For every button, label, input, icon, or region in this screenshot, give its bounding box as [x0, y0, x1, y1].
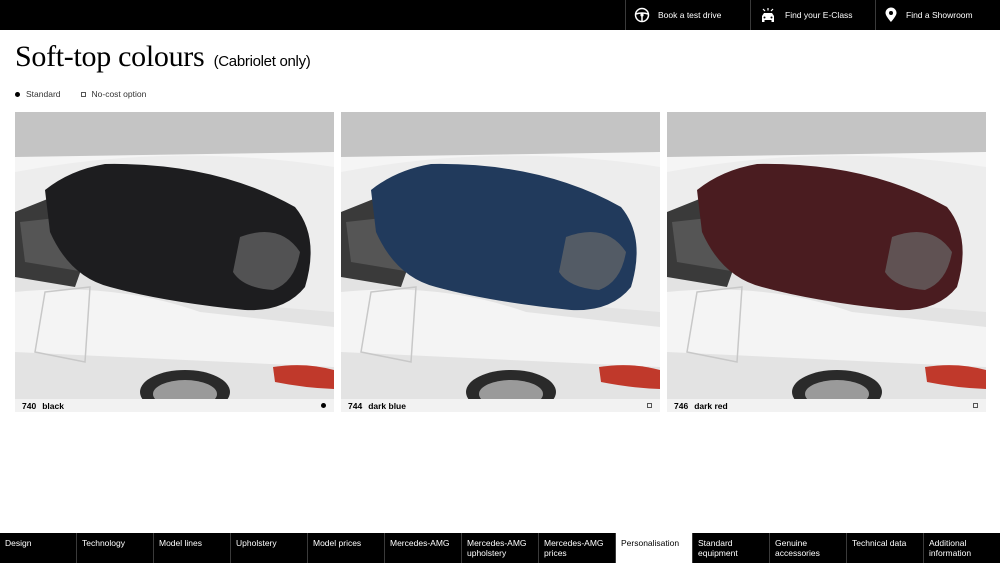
find-showroom-button[interactable]: Find a Showroom [875, 0, 1000, 30]
car-image [341, 112, 660, 399]
colour-name: black [42, 400, 64, 411]
colour-name: dark red [694, 400, 728, 411]
nav-amg-prices[interactable]: Mercedes-AMG prices [539, 533, 616, 563]
book-test-drive-label: Book a test drive [658, 10, 722, 20]
nav-model-prices[interactable]: Model prices [308, 533, 385, 563]
page-title-text: Soft-top colours [15, 40, 205, 73]
car-icon [762, 8, 774, 22]
colour-code: 744 [348, 400, 363, 411]
no-cost-indicator-icon [973, 403, 978, 408]
nav-mercedes-amg[interactable]: Mercedes-AMG [385, 533, 462, 563]
colour-label: 740 black [15, 399, 334, 412]
colour-card-746[interactable]: 746 dark red [667, 112, 986, 412]
find-eclass-label: Find your E-Class [785, 10, 853, 20]
no-cost-indicator-icon [647, 403, 652, 408]
nav-standard-equipment[interactable]: Standard equipment [693, 533, 770, 563]
steering-wheel-icon [634, 7, 650, 23]
find-showroom-label: Find a Showroom [906, 10, 973, 20]
standard-indicator-icon [321, 403, 326, 408]
nav-additional-information[interactable]: Additional information [924, 533, 1000, 563]
legend-no-cost: No-cost option [80, 89, 147, 99]
bottom-nav: Design Technology Model lines Upholstery… [0, 533, 1000, 563]
car-image [15, 112, 334, 399]
top-bar: Book a test drive Find your E-Class Find… [0, 0, 1000, 30]
find-eclass-button[interactable]: Find your E-Class [750, 0, 875, 30]
colour-label: 746 dark red [667, 399, 986, 412]
legend-standard-label: Standard [26, 89, 61, 99]
colour-label: 744 dark blue [341, 399, 660, 412]
legend: Standard No-cost option [15, 89, 166, 99]
nav-model-lines[interactable]: Model lines [154, 533, 231, 563]
nav-design[interactable]: Design [0, 533, 77, 563]
nav-technical-data[interactable]: Technical data [847, 533, 924, 563]
colour-code: 740 [22, 400, 37, 411]
book-test-drive-button[interactable]: Book a test drive [625, 0, 750, 30]
page-subtitle: (Cabriolet only) [213, 53, 311, 70]
location-pin-icon [885, 7, 897, 22]
nav-technology[interactable]: Technology [77, 533, 154, 563]
colour-code: 746 [674, 400, 689, 411]
car-image [667, 112, 986, 399]
standard-dot-icon [15, 91, 20, 97]
legend-standard: Standard [15, 89, 61, 99]
nav-amg-upholstery[interactable]: Mercedes-AMG upholstery [462, 533, 539, 563]
colour-card-740[interactable]: 740 black [15, 112, 334, 412]
nav-upholstery[interactable]: Upholstery [231, 533, 308, 563]
colour-card-744[interactable]: 744 dark blue [341, 112, 660, 412]
colour-name: dark blue [368, 400, 406, 411]
nav-personalisation[interactable]: Personalisation [616, 533, 693, 563]
legend-no-cost-label: No-cost option [91, 89, 147, 99]
nav-genuine-accessories[interactable]: Genuine accessories [770, 533, 847, 563]
no-cost-square-icon [80, 91, 86, 97]
page-title: Soft-top colours (Cabriolet only) [15, 40, 311, 74]
